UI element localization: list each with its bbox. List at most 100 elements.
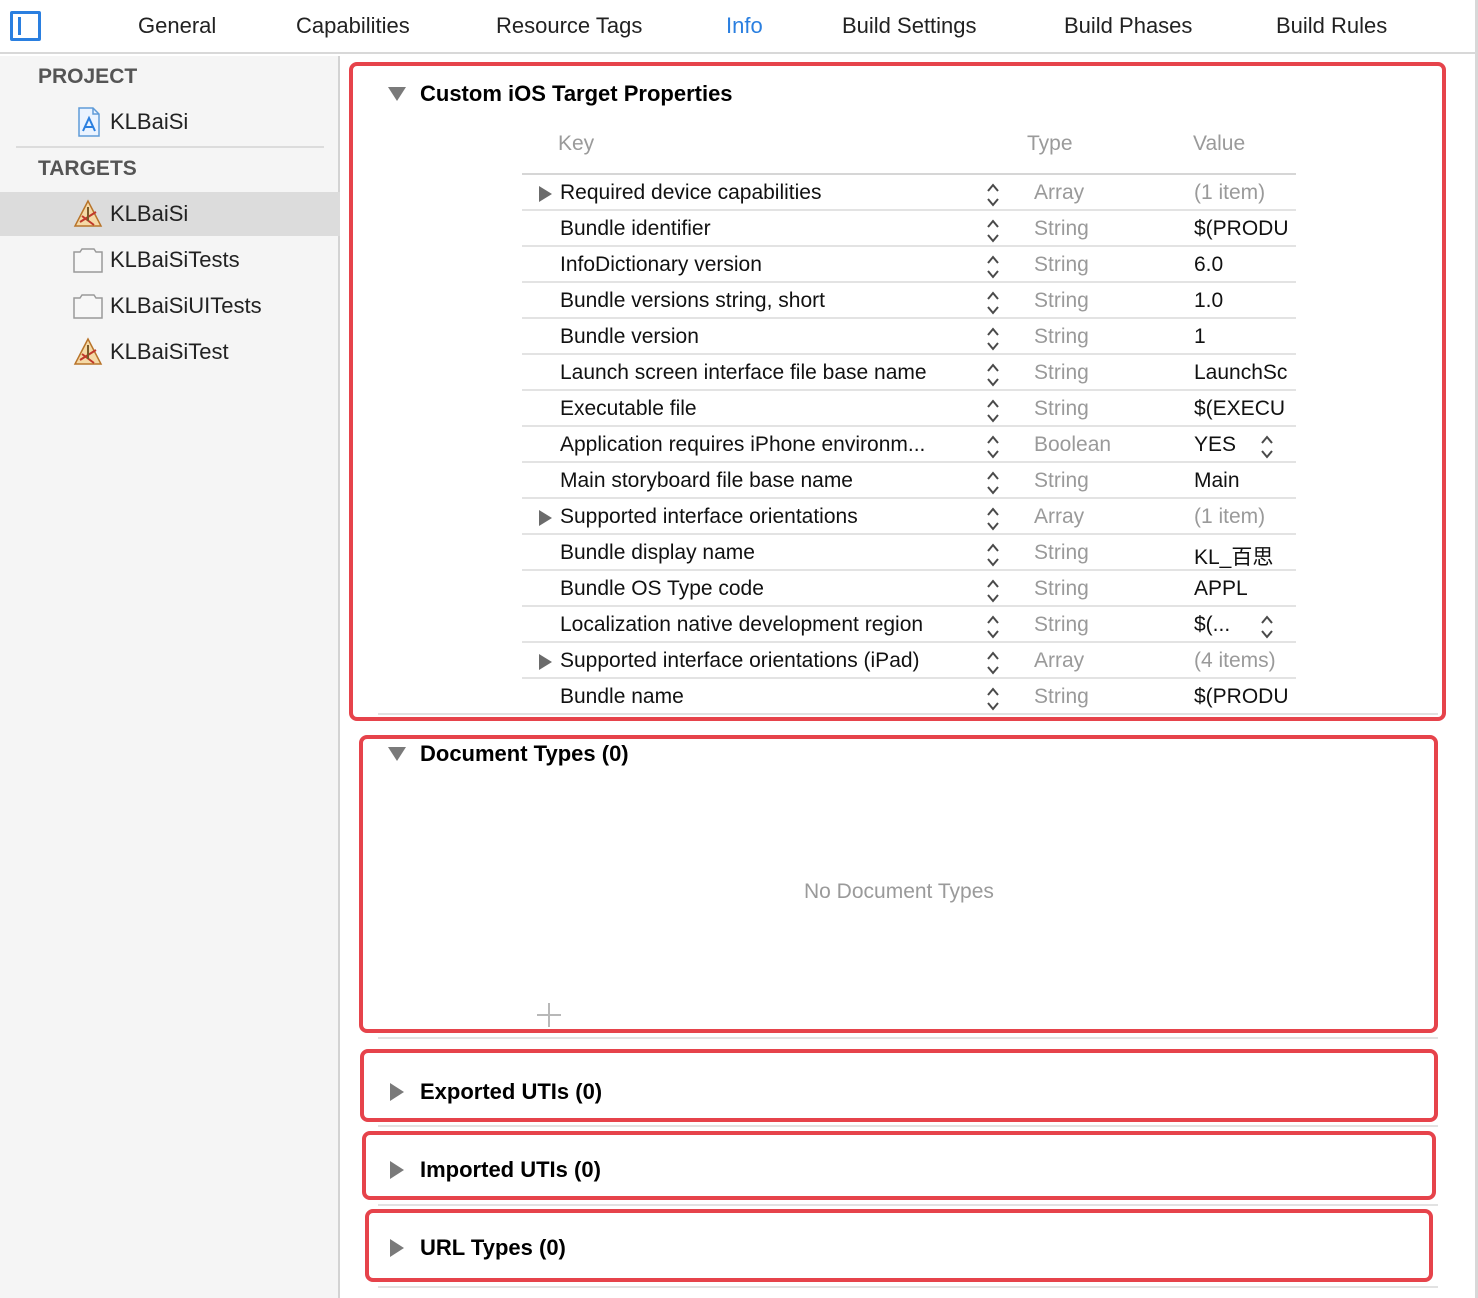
property-type[interactable]: String	[1034, 613, 1089, 637]
property-key[interactable]: Localization native development region	[560, 613, 972, 637]
property-type[interactable]: Array	[1034, 181, 1084, 205]
expand-triangle-icon[interactable]	[390, 1083, 404, 1101]
add-document-type-icon[interactable]	[537, 1003, 561, 1027]
custom-properties-title[interactable]: Custom iOS Target Properties	[420, 81, 733, 107]
property-key[interactable]: Bundle display name	[560, 541, 972, 565]
property-type[interactable]: String	[1034, 217, 1089, 241]
key-stepper-icon[interactable]	[985, 433, 1001, 461]
key-stepper-icon[interactable]	[985, 613, 1001, 641]
property-key[interactable]: Bundle versions string, short	[560, 289, 972, 313]
value-stepper-icon[interactable]	[1259, 433, 1275, 461]
imported-utis-title[interactable]: Imported UTIs (0)	[420, 1157, 601, 1183]
property-row[interactable]: InfoDictionary version String 6.0	[522, 247, 1296, 283]
sidebar-item-target-klbaisiuitests[interactable]: KLBaiSiUITests	[0, 284, 340, 328]
key-stepper-icon[interactable]	[985, 541, 1001, 569]
property-value[interactable]: (1 item)	[1194, 181, 1294, 205]
sidebar-item-project[interactable]: KLBaiSi	[0, 100, 340, 144]
sidebar-item-target-klbaisitest[interactable]: KLBaiSiTest	[0, 330, 340, 374]
key-stepper-icon[interactable]	[985, 469, 1001, 497]
key-stepper-icon[interactable]	[985, 253, 1001, 281]
property-key[interactable]: Required device capabilities	[560, 181, 972, 205]
property-value[interactable]: 6.0	[1194, 253, 1294, 277]
collapse-triangle-icon[interactable]	[388, 87, 406, 101]
property-key[interactable]: Executable file	[560, 397, 972, 421]
expand-row-icon[interactable]	[539, 186, 552, 202]
document-types-title[interactable]: Document Types (0)	[420, 741, 629, 767]
expand-row-icon[interactable]	[539, 510, 552, 526]
column-header-key[interactable]: Key	[558, 132, 594, 156]
property-value[interactable]: Main	[1194, 469, 1294, 493]
key-stepper-icon[interactable]	[985, 289, 1001, 317]
property-value[interactable]: 1	[1194, 325, 1294, 349]
property-value[interactable]: $(PRODU	[1194, 217, 1294, 241]
property-key[interactable]: Supported interface orientations (iPad)	[560, 649, 972, 673]
key-stepper-icon[interactable]	[985, 577, 1001, 605]
collapse-triangle-icon[interactable]	[388, 747, 406, 761]
property-value[interactable]: KL_百思	[1194, 541, 1294, 571]
property-type[interactable]: String	[1034, 469, 1089, 493]
key-stepper-icon[interactable]	[985, 649, 1001, 677]
property-row[interactable]: Bundle OS Type code String APPL	[522, 571, 1296, 607]
property-type[interactable]: String	[1034, 541, 1089, 565]
property-row[interactable]: Main storyboard file base name String Main	[522, 463, 1296, 499]
expand-triangle-icon[interactable]	[390, 1161, 404, 1179]
tab-build-phases[interactable]: Build Phases	[1064, 13, 1192, 39]
property-row[interactable]: Launch screen interface file base name St…	[522, 355, 1296, 391]
sidebar-item-target-klbaisitests[interactable]: KLBaiSiTests	[0, 238, 340, 282]
property-type[interactable]: String	[1034, 397, 1089, 421]
key-stepper-icon[interactable]	[985, 685, 1001, 713]
sidebar-toggle-icon[interactable]	[10, 11, 41, 41]
expand-triangle-icon[interactable]	[390, 1239, 404, 1257]
tab-capabilities[interactable]: Capabilities	[296, 13, 410, 39]
key-stepper-icon[interactable]	[985, 397, 1001, 425]
property-row[interactable]: Bundle version String 1	[522, 319, 1296, 355]
property-value[interactable]: LaunchSc	[1194, 361, 1294, 385]
key-stepper-icon[interactable]	[985, 181, 1001, 209]
property-value[interactable]: $(PRODU	[1194, 685, 1294, 709]
property-row[interactable]: Bundle identifier String $(PRODU	[522, 211, 1296, 247]
property-key[interactable]: Bundle name	[560, 685, 972, 709]
property-value[interactable]: YES	[1194, 433, 1294, 457]
property-key[interactable]: Application requires iPhone environm...	[560, 433, 972, 457]
value-stepper-icon[interactable]	[1259, 613, 1275, 641]
exported-utis-title[interactable]: Exported UTIs (0)	[420, 1079, 602, 1105]
property-key[interactable]: Bundle OS Type code	[560, 577, 972, 601]
property-row[interactable]: Bundle name String $(PRODU	[522, 679, 1296, 715]
property-value[interactable]: $(...	[1194, 613, 1294, 637]
property-value[interactable]: $(EXECU	[1194, 397, 1294, 421]
tab-info[interactable]: Info	[726, 13, 763, 39]
property-key[interactable]: InfoDictionary version	[560, 253, 972, 277]
property-row[interactable]: Localization native development region St…	[522, 607, 1296, 643]
property-row[interactable]: Bundle display name String KL_百思	[522, 535, 1296, 571]
property-key[interactable]: Launch screen interface file base name	[560, 361, 972, 385]
property-row[interactable]: Required device capabilities Array (1 item…	[522, 175, 1296, 211]
property-row[interactable]: Executable file String $(EXECU	[522, 391, 1296, 427]
property-value[interactable]: APPL	[1194, 577, 1294, 601]
property-row[interactable]: Bundle versions string, short String 1.0	[522, 283, 1296, 319]
property-key[interactable]: Supported interface orientations	[560, 505, 972, 529]
property-type[interactable]: String	[1034, 289, 1089, 313]
key-stepper-icon[interactable]	[985, 325, 1001, 353]
url-types-title[interactable]: URL Types (0)	[420, 1235, 566, 1261]
property-key[interactable]: Main storyboard file base name	[560, 469, 972, 493]
tab-build-rules[interactable]: Build Rules	[1276, 13, 1387, 39]
property-row[interactable]: Supported interface orientations (iPad) A…	[522, 643, 1296, 679]
property-type[interactable]: Array	[1034, 649, 1084, 673]
property-row[interactable]: Application requires iPhone environm... B…	[522, 427, 1296, 463]
property-value[interactable]: (4 items)	[1194, 649, 1294, 673]
property-type[interactable]: String	[1034, 325, 1089, 349]
column-header-type[interactable]: Type	[1027, 132, 1073, 156]
property-value[interactable]: 1.0	[1194, 289, 1294, 313]
property-type[interactable]: String	[1034, 577, 1089, 601]
property-key[interactable]: Bundle identifier	[560, 217, 972, 241]
property-type[interactable]: Array	[1034, 505, 1084, 529]
sidebar-item-target-klbaisi[interactable]: KLBaiSi	[0, 192, 340, 236]
key-stepper-icon[interactable]	[985, 505, 1001, 533]
tab-general[interactable]: General	[138, 13, 216, 39]
property-type[interactable]: String	[1034, 361, 1089, 385]
property-type[interactable]: String	[1034, 685, 1089, 709]
property-row[interactable]: Supported interface orientations Array (1 …	[522, 499, 1296, 535]
property-type[interactable]: String	[1034, 253, 1089, 277]
tab-build-settings[interactable]: Build Settings	[842, 13, 977, 39]
tab-resource-tags[interactable]: Resource Tags	[496, 13, 642, 39]
